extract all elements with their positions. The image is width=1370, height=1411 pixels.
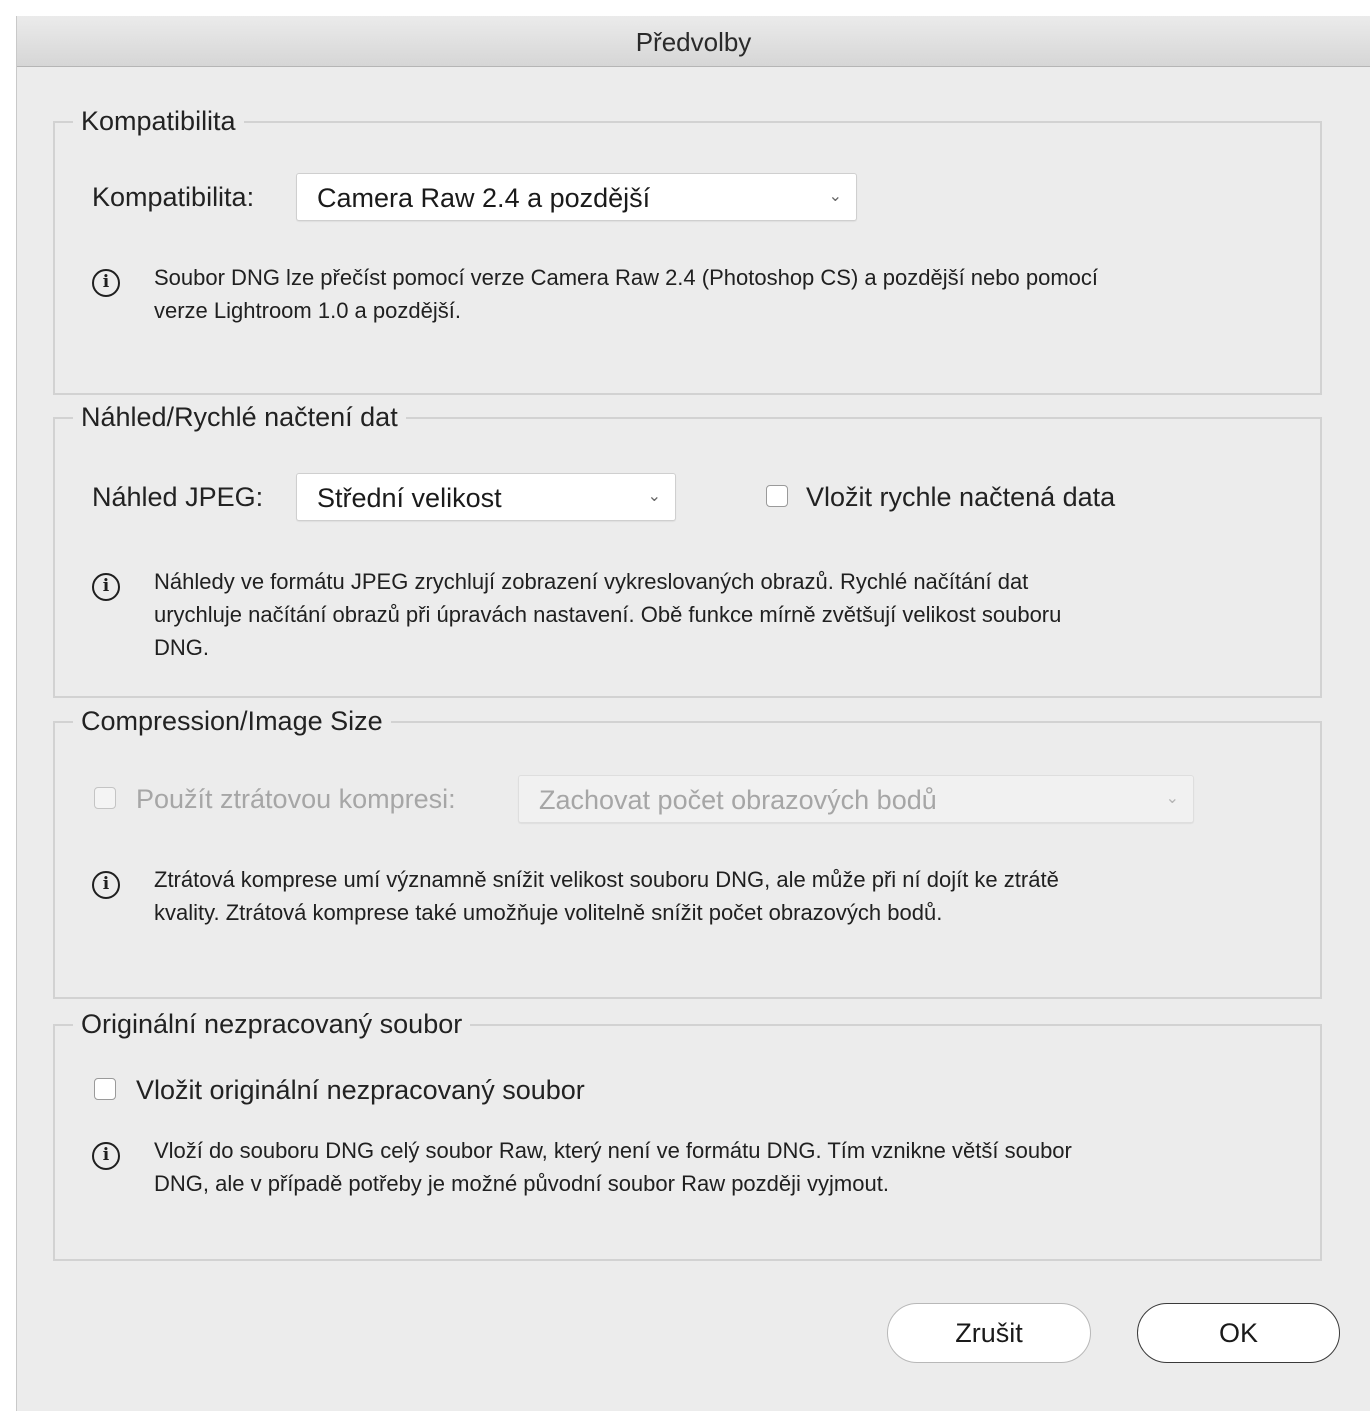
info-line: DNG, ale v případě potřeby je možné půvo… xyxy=(154,1171,889,1196)
jpeg-preview-select-value: Střední velikost xyxy=(317,483,502,513)
info-line: Soubor DNG lze přečíst pomocí verze Came… xyxy=(154,265,1099,290)
embed-fast-load-label[interactable]: Vložit rychle načtená data xyxy=(806,473,1115,521)
embed-fast-load-checkbox[interactable] xyxy=(766,485,788,507)
compatibility-legend: Kompatibilita xyxy=(81,106,236,136)
info-icon: i xyxy=(92,871,120,899)
compatibility-group: Kompatibilita Kompatibilita: Camera Raw … xyxy=(53,106,1322,395)
dialog-title: Předvolby xyxy=(17,16,1370,67)
compatibility-select-value: Camera Raw 2.4 a pozdější xyxy=(317,183,651,213)
original-raw-group: Originální nezpracovaný soubor Vložit or… xyxy=(53,1009,1322,1261)
info-line: verze Lightroom 1.0 a pozdější. xyxy=(154,298,461,323)
info-line: kvality. Ztrátová komprese také umožňuje… xyxy=(154,900,943,925)
chevron-down-icon: ⌄ xyxy=(828,188,842,205)
compression-info-text: Ztrátová komprese umí významně snížit ve… xyxy=(154,863,1314,929)
preview-info-text: Náhledy ve formátu JPEG zrychlují zobraz… xyxy=(154,565,1314,664)
info-icon: i xyxy=(92,269,120,297)
compression-group: Compression/Image Size Použít ztrátovou … xyxy=(53,706,1322,999)
original-raw-info-text: Vloží do souboru DNG celý soubor Raw, kt… xyxy=(154,1134,1314,1200)
jpeg-preview-select[interactable]: Střední velikost ⌄ xyxy=(296,473,676,521)
compression-legend: Compression/Image Size xyxy=(81,706,383,736)
info-icon: i xyxy=(92,1142,120,1170)
info-line: DNG. xyxy=(154,635,209,660)
preview-legend: Náhled/Rychlé načtení dat xyxy=(81,402,398,432)
compatibility-select[interactable]: Camera Raw 2.4 a pozdější ⌄ xyxy=(296,173,857,221)
compatibility-info-text: Soubor DNG lze přečíst pomocí verze Came… xyxy=(154,261,1314,327)
ok-button[interactable]: OK xyxy=(1137,1303,1340,1363)
preview-group: Náhled/Rychlé načtení dat Náhled JPEG: S… xyxy=(53,402,1322,698)
info-line: Ztrátová komprese umí významně snížit ve… xyxy=(154,867,1059,892)
preferences-dialog: Předvolby Kompatibilita Kompatibilita: C… xyxy=(16,16,1370,1411)
lossy-compression-checkbox[interactable] xyxy=(94,787,116,809)
compatibility-label: Kompatibilita: xyxy=(92,182,255,212)
info-line: urychluje načítání obrazů při úpravách n… xyxy=(154,602,1062,627)
pixel-count-select-value: Zachovat počet obrazových bodů xyxy=(539,785,937,815)
info-icon: i xyxy=(92,573,120,601)
chevron-down-icon: ⌄ xyxy=(647,488,661,505)
info-line: Vloží do souboru DNG celý soubor Raw, kt… xyxy=(154,1138,1072,1163)
pixel-count-select[interactable]: Zachovat počet obrazových bodů ⌄ xyxy=(518,775,1194,823)
lossy-compression-label[interactable]: Použít ztrátovou kompresi: xyxy=(136,775,456,823)
original-raw-legend: Originální nezpracovaný soubor xyxy=(81,1009,463,1039)
cancel-button[interactable]: Zrušit xyxy=(887,1303,1091,1363)
chevron-down-icon: ⌄ xyxy=(1165,790,1179,807)
embed-original-checkbox[interactable] xyxy=(94,1078,116,1100)
jpeg-preview-label: Náhled JPEG: xyxy=(92,482,264,512)
info-line: Náhledy ve formátu JPEG zrychlují zobraz… xyxy=(154,569,1029,594)
embed-original-label[interactable]: Vložit originální nezpracovaný soubor xyxy=(136,1066,585,1114)
